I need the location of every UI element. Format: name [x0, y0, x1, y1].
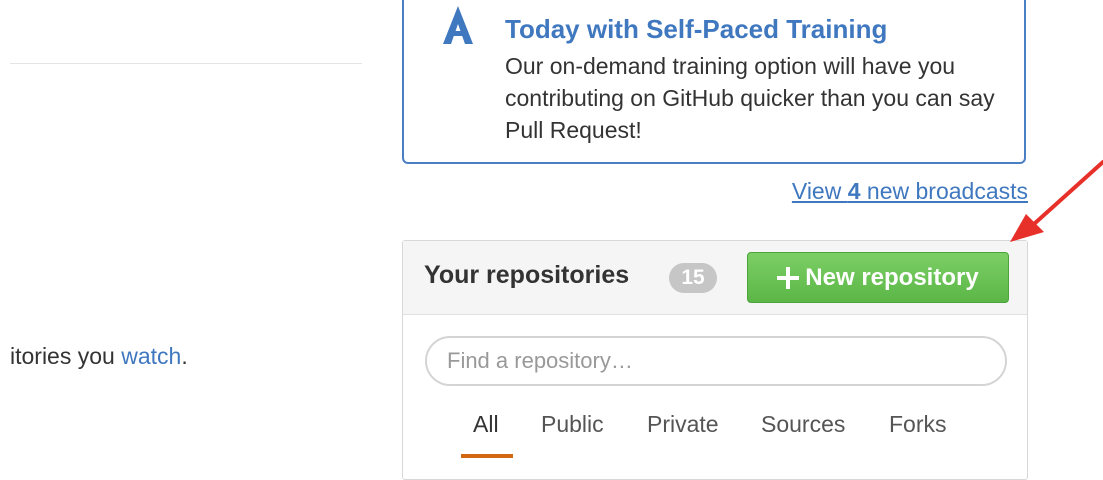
watch-hint-prefix: itories you [10, 343, 122, 369]
broadcast-card[interactable]: Today with Self-Paced Training Our on-de… [402, 0, 1026, 164]
filter-tab-sources[interactable]: Sources [761, 411, 845, 438]
view-broadcasts-link[interactable]: View 4 new broadcasts [792, 178, 1028, 205]
watch-hint-text: itories you watch. [10, 343, 188, 370]
view-broadcasts-prefix: View [791, 178, 848, 204]
repositories-panel: Your repositories 15 New repository All … [402, 240, 1028, 480]
left-divider [10, 63, 362, 64]
new-repository-button[interactable]: New repository [747, 252, 1009, 303]
filter-tab-private[interactable]: Private [647, 411, 719, 438]
watch-hint-suffix: . [181, 343, 188, 369]
filter-tab-all[interactable]: All [473, 411, 499, 438]
repositories-header: Your repositories 15 New repository [403, 241, 1027, 315]
repositories-title: Your repositories [424, 261, 630, 289]
plus-icon [777, 266, 800, 289]
new-repository-label: New repository [805, 263, 979, 291]
annotation-arrow-icon [1010, 160, 1103, 242]
octocat-training-icon [443, 6, 473, 44]
repository-count-badge: 15 [669, 263, 717, 293]
filter-tab-public[interactable]: Public [541, 411, 604, 438]
broadcast-count: 4 [847, 178, 861, 204]
repository-filter-tabs: All Public Private Sources Forks [403, 411, 1027, 459]
repository-search-input[interactable] [425, 336, 1007, 386]
selected-tab-underline [461, 454, 513, 458]
broadcast-body: Our on-demand training option will have … [505, 53, 995, 143]
broadcast-title[interactable]: Today with Self-Paced Training [505, 14, 887, 45]
watch-link[interactable]: watch [121, 343, 181, 369]
filter-tab-forks[interactable]: Forks [889, 411, 947, 438]
